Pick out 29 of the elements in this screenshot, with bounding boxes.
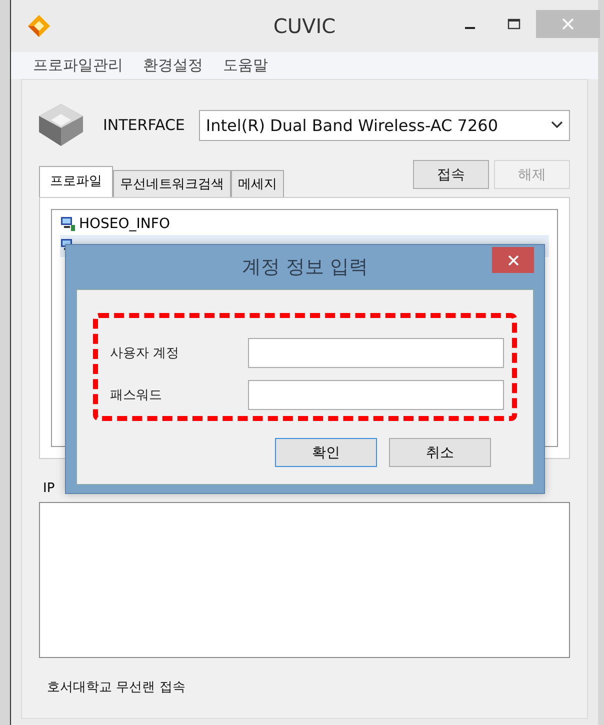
menu-item[interactable]: 도움말 <box>223 56 268 75</box>
field-label: 사용자 계정 <box>110 345 180 362</box>
window-title: CUVIC <box>273 14 336 38</box>
profile-item[interactable]: HOSEO_INFO <box>60 213 549 235</box>
tab[interactable]: 무선네트워크검색 <box>113 170 231 197</box>
chevron-down-icon <box>551 121 563 129</box>
network-computer-icon <box>60 216 76 232</box>
dialog-button[interactable]: 취소 <box>389 438 491 467</box>
close-button[interactable] <box>492 247 534 273</box>
action-button[interactable]: 접속 <box>413 160 489 189</box>
interface-label: INTERFACE <box>103 116 185 134</box>
open-box-icon <box>37 102 85 148</box>
status-text: 호서대학교 무선랜 접속 <box>47 679 186 696</box>
menu-item[interactable]: 환경설정 <box>143 56 203 75</box>
minimize-icon <box>465 27 475 29</box>
tab[interactable]: 메세지 <box>231 170 284 197</box>
close-icon <box>508 254 518 266</box>
interface-dropdown[interactable]: Intel(R) Dual Band Wireless-AC 7260 <box>198 110 570 140</box>
dialog-title: 계정 정보 입력 <box>242 255 368 280</box>
dialog-button[interactable]: 확인 <box>275 438 377 467</box>
field-label: 패스워드 <box>110 387 162 404</box>
ip-label: IP <box>43 481 56 496</box>
input-field[interactable] <box>248 380 504 410</box>
close-icon <box>562 18 574 30</box>
maximize-icon <box>507 18 521 30</box>
tab[interactable]: 프로파일 <box>39 166 113 197</box>
menu-item[interactable]: 프로파일관리 <box>33 56 123 75</box>
input-field[interactable] <box>248 338 504 368</box>
cube-logo-icon <box>27 14 51 38</box>
